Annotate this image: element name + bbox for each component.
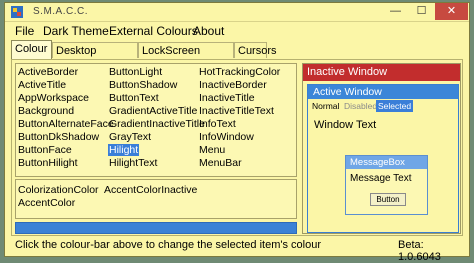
colour-item-list[interactable]: ActiveBorder ActiveTitle AppWorkspace Ba…	[15, 63, 297, 177]
list-item[interactable]: GradientActiveTitle	[109, 105, 197, 117]
messagebox-title: MessageBox	[346, 156, 427, 169]
app-icon	[11, 6, 23, 18]
close-button[interactable]: ✕	[435, 3, 468, 20]
menu-about[interactable]: About	[193, 24, 224, 38]
tab-cursors[interactable]: Cursors	[234, 42, 277, 58]
app-window: S.M.A.C.C. — ☐ ✕ File Dark Theme Externa…	[4, 2, 470, 263]
title-bar[interactable]: S.M.A.C.C. — ☐ ✕	[5, 3, 469, 22]
colour-tab-panel: ActiveBorder ActiveTitle AppWorkspace Ba…	[11, 59, 463, 236]
menu-file[interactable]: File	[15, 24, 34, 38]
menu-dark-theme[interactable]: Dark Theme	[43, 24, 109, 38]
list-item[interactable]: Menu	[199, 144, 225, 156]
list-item-selected[interactable]: Hilight	[108, 144, 140, 156]
list-item[interactable]: ButtonAlternateFace	[18, 118, 114, 130]
list-item[interactable]: ButtonLight	[109, 66, 162, 78]
active-window-title: Active Window	[308, 85, 458, 99]
list-item[interactable]: ButtonDkShadow	[18, 131, 99, 143]
maximize-button[interactable]: ☐	[409, 3, 434, 20]
list-item[interactable]: ColorizationColor	[18, 184, 99, 196]
list-item[interactable]: MenuBar	[199, 157, 242, 169]
extra-colour-list[interactable]: ColorizationColor AccentColorInactive Ac…	[15, 179, 297, 219]
list-item[interactable]: HotTrackingColor	[199, 66, 280, 78]
list-item[interactable]: InactiveBorder	[199, 79, 267, 91]
tab-desktop-wallpaper[interactable]: Desktop Wallpaper	[52, 42, 138, 73]
list-item[interactable]: AccentColor	[18, 197, 75, 209]
menu-normal-sample: Normal	[312, 101, 340, 111]
list-item[interactable]: InfoWindow	[199, 131, 254, 143]
menu-disabled-sample: Disabled	[344, 101, 378, 111]
messagebox-text: Message Text	[350, 173, 412, 184]
inactive-window-title: Inactive Window	[303, 64, 460, 81]
status-hint: Click the colour-bar above to change the…	[15, 239, 321, 251]
list-item[interactable]: AccentColorInactive	[104, 184, 197, 196]
version-label: Beta: 1.0.6043	[398, 239, 441, 263]
list-item[interactable]: InactiveTitleText	[199, 105, 274, 117]
list-item[interactable]: ButtonHilight	[18, 157, 78, 169]
active-window-preview: Active Window Normal Disabled Selected W…	[307, 84, 459, 233]
messagebox-button: Button	[370, 193, 406, 206]
theme-preview: Inactive Window Active Window Normal Dis…	[302, 63, 461, 234]
minimize-button[interactable]: —	[383, 3, 408, 20]
list-item[interactable]: InactiveTitle	[199, 92, 255, 104]
list-item[interactable]: ButtonShadow	[109, 79, 177, 91]
menu-preview: Normal Disabled Selected	[308, 100, 458, 112]
tab-colour[interactable]: Colour	[11, 40, 52, 59]
list-item[interactable]: Background	[18, 105, 74, 117]
window-text-sample: Window Text	[314, 119, 377, 131]
status-bar: Click the colour-bar above to change the…	[5, 238, 469, 263]
tab-lockscreen-wallpaper[interactable]: LockScreen Wallpaper	[138, 42, 234, 73]
list-item[interactable]: InfoText	[199, 118, 236, 130]
list-item[interactable]: ActiveBorder	[18, 66, 78, 78]
list-item[interactable]: ButtonFace	[18, 144, 72, 156]
menu-bar: File Dark Theme External Colours About	[5, 22, 469, 40]
list-item[interactable]: AppWorkspace	[18, 92, 89, 104]
menu-external-colours[interactable]: External Colours	[109, 24, 198, 38]
list-item[interactable]: GradientInactiveTitle	[109, 118, 205, 130]
colour-bar[interactable]	[15, 222, 297, 234]
menu-selected-sample: Selected	[376, 100, 414, 112]
messagebox-preview: MessageBox Message Text Button	[345, 155, 428, 215]
list-item[interactable]: HilightText	[109, 157, 157, 169]
list-item[interactable]: ButtonText	[109, 92, 159, 104]
window-title: S.M.A.C.C.	[33, 6, 89, 17]
list-item[interactable]: ActiveTitle	[18, 79, 66, 91]
list-item[interactable]: GrayText	[109, 131, 151, 143]
